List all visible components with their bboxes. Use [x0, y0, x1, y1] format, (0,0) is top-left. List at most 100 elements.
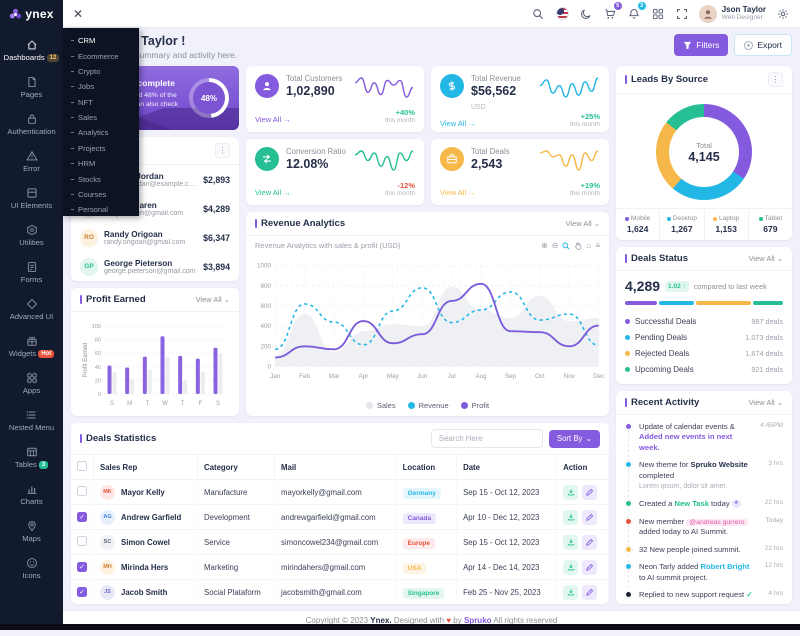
row-checkbox[interactable]: ✓: [77, 587, 87, 597]
download-button[interactable]: [563, 509, 579, 525]
app-logo[interactable]: ynex: [0, 0, 63, 28]
menu-close-button[interactable]: ✕: [73, 8, 83, 20]
sidebar-item-error[interactable]: Error: [0, 143, 63, 180]
bell-icon[interactable]: 3: [627, 2, 646, 21]
sidebar-item-authentication[interactable]: Authentication: [0, 106, 63, 143]
table-row: MK Mayor Kelly Manufacture mayorkelly@gmail…: [71, 479, 609, 505]
sidebar-item-icons[interactable]: Icons: [0, 550, 63, 587]
submenu-item-hrm[interactable]: HRM: [63, 156, 139, 171]
submenu-item-sales[interactable]: Sales: [63, 110, 139, 125]
sidebar-item-apps[interactable]: Apps: [0, 365, 63, 402]
profit-view-all[interactable]: View All ⌄: [196, 295, 230, 304]
deals-delta-badge: 1.02 ↑: [665, 280, 689, 292]
sidebar-item-maps[interactable]: Maps: [0, 513, 63, 550]
download-button[interactable]: [563, 584, 579, 600]
activity-view-all[interactable]: View All ⌄: [749, 398, 783, 407]
home-reset-icon[interactable]: ⌂: [586, 241, 591, 250]
export-button[interactable]: Export: [734, 34, 792, 56]
svg-text:60: 60: [95, 351, 101, 357]
moon-icon[interactable]: [579, 6, 594, 21]
view-all-link[interactable]: View All →: [440, 188, 476, 197]
leads-title: Leads By Source: [625, 74, 708, 85]
sidebar-item-nested-menu[interactable]: Nested Menu: [0, 402, 63, 439]
column-header[interactable]: Sales Rep: [93, 455, 198, 480]
kebab-menu-icon[interactable]: ⋮: [215, 143, 230, 158]
submenu-item-ecommerce[interactable]: Ecommerce: [63, 48, 139, 63]
logo-text: ynex: [25, 7, 54, 21]
submenu-item-stocks[interactable]: Stocks: [63, 171, 139, 186]
submenu-item-nft[interactable]: NFT: [63, 95, 139, 110]
fullscreen-icon[interactable]: [675, 6, 690, 21]
zoom-out-icon[interactable]: ⊖: [552, 241, 559, 250]
submenu-item-crypto[interactable]: Crypto: [63, 64, 139, 79]
sidebar-item-charts[interactable]: Charts: [0, 476, 63, 513]
svg-text:Dec: Dec: [593, 373, 604, 380]
deal-row[interactable]: RO Randy Origoan randy.origoan@gmail.com $6…: [71, 223, 239, 252]
svg-text:Nov: Nov: [564, 373, 576, 380]
us-flag-icon[interactable]: [555, 6, 570, 21]
legend-item[interactable]: Sales: [365, 401, 396, 410]
submenu-item-analytics[interactable]: Analytics: [63, 125, 139, 140]
deal-row[interactable]: GP George Pieterson george.pieterson@gmail…: [71, 252, 239, 281]
sidebar-item-advanced-ui[interactable]: Advanced UI: [0, 291, 63, 328]
selection-zoom-icon[interactable]: [562, 241, 571, 250]
row-checkbox[interactable]: ✓: [77, 512, 87, 522]
deals-status-view-all[interactable]: View All ⌄: [749, 254, 783, 263]
edit-button[interactable]: [582, 559, 598, 575]
edit-button[interactable]: [582, 484, 598, 500]
sidebar-item-forms[interactable]: Forms: [0, 254, 63, 291]
row-checkbox[interactable]: ✓: [77, 562, 87, 572]
view-all-link[interactable]: View All →: [255, 115, 291, 124]
search-icon[interactable]: [531, 6, 546, 21]
svg-text:800: 800: [260, 283, 271, 290]
submenu-item-courses[interactable]: Courses: [63, 187, 139, 202]
sidebar-item-ui-elements[interactable]: UI Elements: [0, 180, 63, 217]
edit-button[interactable]: [582, 534, 598, 550]
view-all-link[interactable]: View All →: [255, 188, 291, 197]
sidebar-item-utilities[interactable]: Utilities: [0, 217, 63, 254]
zoom-in-icon[interactable]: ⊕: [541, 241, 548, 250]
submenu-item-jobs[interactable]: Jobs: [63, 79, 139, 94]
apps-grid-icon[interactable]: [651, 6, 666, 21]
sidebar-item-dashboards[interactable]: Dashboards 12: [0, 32, 63, 69]
select-all-checkbox[interactable]: [77, 461, 87, 471]
pan-icon[interactable]: [574, 241, 582, 250]
svg-text:Apr: Apr: [359, 373, 369, 380]
sidebar-item-widgets[interactable]: Widgets Hot: [0, 328, 63, 365]
sidebar-item-tables[interactable]: Tables 3: [0, 439, 63, 476]
cart-icon[interactable]: 5: [603, 2, 622, 21]
sort-by-button[interactable]: Sort By ⌄: [548, 429, 600, 448]
row-checkbox[interactable]: [77, 536, 87, 546]
download-button[interactable]: [563, 484, 579, 500]
column-header[interactable]: Mail: [274, 455, 397, 480]
column-header[interactable]: Location: [396, 455, 458, 480]
column-header[interactable]: Category: [197, 455, 276, 480]
submenu-item-crm[interactable]: CRM: [63, 33, 139, 48]
table-search-input[interactable]: [430, 429, 543, 448]
revenue-view-all[interactable]: View All ⌄: [566, 219, 600, 228]
download-button[interactable]: [563, 534, 579, 550]
customers-icon: [263, 82, 271, 91]
filters-button[interactable]: Filters: [674, 34, 729, 56]
kebab-menu-icon[interactable]: ⋮: [768, 72, 783, 87]
leads-legend: Mobile 1,624 Desktop 1,267 Laptop 1,153 Tablet…: [616, 208, 792, 240]
map-pin-icon: [27, 521, 36, 532]
submenu-item-projects[interactable]: Projects: [63, 141, 139, 156]
user-menu[interactable]: Json Taylor Web Designer: [698, 4, 766, 23]
legend-item[interactable]: Revenue: [407, 401, 449, 410]
submenu-item-personal[interactable]: Personal: [63, 202, 139, 217]
edit-button[interactable]: [582, 509, 598, 525]
gear-icon[interactable]: [775, 6, 790, 21]
download-button[interactable]: [563, 559, 579, 575]
stat-cards: Total Customers 1,02,890 View All → +40% thi…: [246, 66, 609, 205]
svg-text:Profit Earned: Profit Earned: [83, 342, 89, 377]
chart-menu-icon[interactable]: ≡: [595, 241, 600, 250]
sidebar-item-pages[interactable]: Pages: [0, 69, 63, 106]
legend-item[interactable]: Profit: [460, 401, 489, 410]
view-all-link[interactable]: View All →: [440, 119, 476, 128]
edit-button[interactable]: [582, 584, 598, 600]
column-header[interactable]: Date: [456, 455, 558, 480]
sidebar-badge: 12: [46, 53, 60, 62]
row-checkbox[interactable]: [77, 486, 87, 496]
column-header[interactable]: Action: [556, 455, 609, 480]
